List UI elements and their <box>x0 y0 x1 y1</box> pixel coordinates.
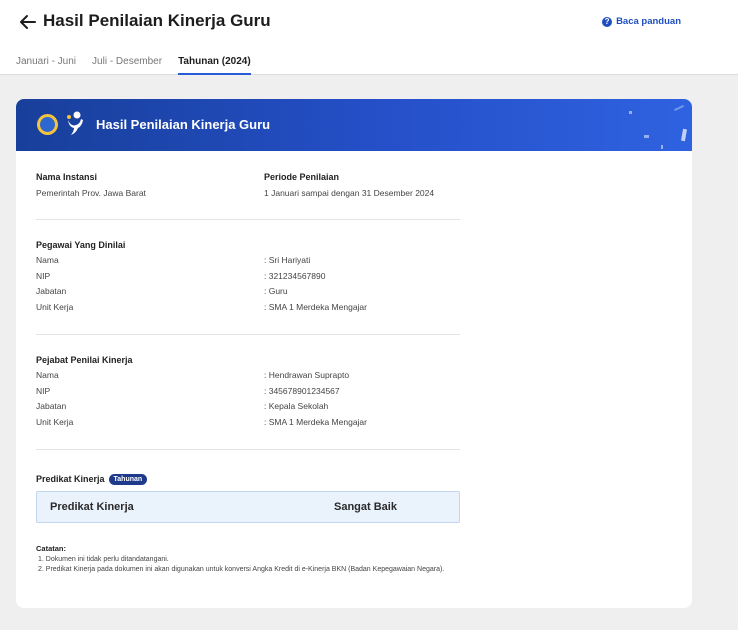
instansi-value: Pemerintah Prov. Jawa Barat <box>36 188 146 198</box>
row-value: : 345678901234567 <box>264 385 340 396</box>
period-tabs: Januari - Juni Juli - Desember Tahunan (… <box>16 56 251 75</box>
table-row: Nama : Sri Hariyati <box>36 255 460 271</box>
periode-value: 1 Januari sampai dengan 31 Desember 2024 <box>264 188 435 198</box>
pejabat-heading: Pejabat Penilai Kinerja <box>36 355 133 365</box>
table-row: NIP : 345678901234567 <box>36 386 460 402</box>
predikat-box: Predikat Kinerja Sangat Baik <box>36 491 460 523</box>
divider <box>36 449 460 450</box>
row-value: : SMA 1 Merdeka Mengajar <box>264 416 367 427</box>
merdeka-mengajar-logo <box>67 111 83 135</box>
arrow-left-icon[interactable] <box>18 12 38 32</box>
predikat-heading: Predikat Kinerja <box>36 474 105 484</box>
card-header: Hasil Penilaian Kinerja Guru <box>16 99 692 151</box>
notes-title: Catatan: <box>36 544 67 553</box>
divider <box>36 334 460 335</box>
table-row: Unit Kerja : SMA 1 Merdeka Mengajar <box>36 302 460 318</box>
list-item: 2. Predikat Kinerja pada dokumen ini aka… <box>38 566 445 573</box>
row-value: : SMA 1 Merdeka Mengajar <box>264 301 367 312</box>
tab-juli-desember[interactable]: Juli - Desember <box>92 56 162 75</box>
table-row: NIP : 321234567890 <box>36 271 460 287</box>
divider <box>36 219 460 220</box>
table-row: Jabatan : Guru <box>36 286 460 302</box>
predikat-box-label: Predikat Kinerja <box>50 501 134 513</box>
table-row: Jabatan : Kepala Sekolah <box>36 401 460 417</box>
help-guide-link[interactable]: ? Baca panduan <box>602 16 681 27</box>
card-title: Hasil Penilaian Kinerja Guru <box>96 117 271 132</box>
predikat-section: Predikat Kinerja Tahunan <box>36 469 460 487</box>
status-badge: Tahunan <box>108 474 148 485</box>
list-item: 1. Dokumen ini tidak perlu ditandatangan… <box>38 556 169 563</box>
tab-januari-juni[interactable]: Januari - Juni <box>16 56 76 75</box>
pejabat-section: Pejabat Penilai Kinerja Nama : Hendrawan… <box>36 355 460 432</box>
row-key: Nama <box>36 370 59 380</box>
row-key: Unit Kerja <box>36 301 74 312</box>
tab-tahunan[interactable]: Tahunan (2024) <box>178 56 251 75</box>
row-value: : Hendrawan Suprapto <box>264 370 350 380</box>
predikat-box-value: Sangat Baik <box>334 501 397 513</box>
result-card: Hasil Penilaian Kinerja Guru Nama Instan… <box>16 99 692 608</box>
row-key: NIP <box>36 385 51 396</box>
page-title: Hasil Penilaian Kinerja Guru <box>43 11 271 30</box>
row-key: Nama <box>36 255 59 265</box>
row-value: : Sri Hariyati <box>264 255 311 265</box>
row-key: Unit Kerja <box>36 416 74 427</box>
periode-label: Periode Penilaian <box>264 172 340 182</box>
row-value: : 321234567890 <box>264 270 326 281</box>
row-value: : Guru <box>264 286 288 296</box>
row-value: : Kepala Sekolah <box>264 401 329 411</box>
row-key: Jabatan <box>36 401 67 411</box>
table-row: Nama : Hendrawan Suprapto <box>36 370 460 386</box>
notes-section: Catatan: 1. Dokumen ini tidak perlu dita… <box>36 544 466 575</box>
row-key: Jabatan <box>36 286 67 296</box>
pegawai-heading: Pegawai Yang Dinilai <box>36 240 126 250</box>
row-key: NIP <box>36 270 51 281</box>
tut-wuri-handayani-logo <box>37 114 58 135</box>
help-guide-label: Baca panduan <box>616 16 681 27</box>
top-bar: Hasil Penilaian Kinerja Guru ? Baca pand… <box>0 0 738 75</box>
instansi-label: Nama Instansi <box>36 172 98 182</box>
question-circle-icon: ? <box>602 16 613 27</box>
table-row: Unit Kerja : SMA 1 Merdeka Mengajar <box>36 417 460 433</box>
decorative-shapes <box>629 104 688 149</box>
pegawai-section: Pegawai Yang Dinilai Nama : Sri Hariyati… <box>36 240 460 317</box>
